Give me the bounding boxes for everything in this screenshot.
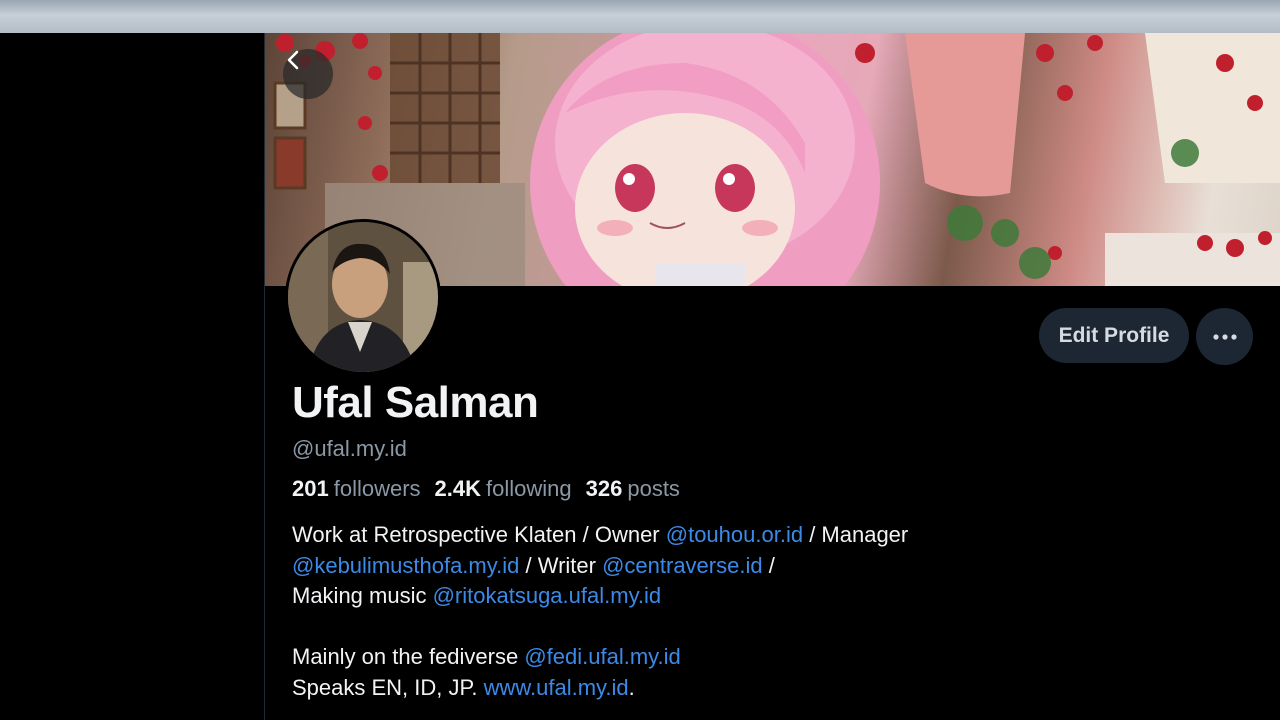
display-name: Ufal Salman: [292, 378, 539, 427]
bio-text: Making music: [292, 583, 433, 608]
bio-link-kebulimusthofa[interactable]: @kebulimusthofa.my.id: [292, 553, 519, 578]
bio-link-ritokatsuga[interactable]: @ritokatsuga.ufal.my.id: [433, 583, 662, 608]
bio-text: / Manager: [803, 522, 909, 547]
bio-text: .: [628, 674, 635, 700]
back-button[interactable]: [283, 49, 333, 99]
bio-link-website[interactable]: www.ufal.my.id: [484, 675, 629, 700]
bio-line: Speaks EN, ID, JP. www.ufal.my.id.: [292, 673, 1092, 704]
bio-text: Mainly on the fediverse: [292, 644, 525, 669]
bio-line: Mainly on the fediverse @fedi.ufal.my.id: [292, 642, 1092, 673]
bio-line: Making music @ritokatsuga.ufal.my.id: [292, 581, 1092, 612]
followers-label: followers: [333, 476, 421, 501]
left-gutter: [0, 33, 264, 720]
bio-line: Work at Retrospective Klaten / Owner @to…: [292, 520, 1092, 551]
posts-stat: 326 posts: [586, 476, 680, 502]
profile-bio: Work at Retrospective Klaten / Owner @to…: [292, 520, 1092, 703]
more-options-button[interactable]: [1196, 308, 1253, 365]
avatar[interactable]: [285, 219, 441, 375]
bio-link-centraverse[interactable]: @centraverse.id: [602, 553, 763, 578]
bio-link-touhou[interactable]: @touhou.or.id: [666, 522, 803, 547]
bio-line: @kebulimusthofa.my.id / Writer @centrave…: [292, 551, 1092, 582]
avatar-photo: [288, 222, 438, 372]
window-top-strip: [0, 0, 1280, 33]
following-count: 2.4K: [434, 476, 482, 501]
bio-text: / Writer: [519, 552, 603, 578]
following-stat[interactable]: 2.4K following: [435, 476, 572, 502]
bio-spacer: [292, 612, 1092, 643]
posts-label: posts: [627, 476, 680, 501]
bio-text: Speaks EN, ID, JP.: [292, 674, 484, 700]
profile-stats: 201 followers 2.4K following 326 posts: [292, 476, 680, 502]
followers-count: 201: [292, 476, 329, 501]
edit-profile-button[interactable]: Edit Profile: [1039, 308, 1189, 363]
profile-handle: @ufal.my.id: [292, 436, 407, 461]
profile-column: Edit Profile Ufal Salman @ufal.my.id 201…: [264, 33, 1280, 720]
posts-count: 326: [585, 476, 623, 501]
bio-text: Work at Retrospective Klaten / Owner: [292, 522, 666, 547]
ellipsis-icon: [1212, 333, 1237, 340]
bio-text: /: [762, 552, 775, 578]
bio-link-fedi[interactable]: @fedi.ufal.my.id: [524, 644, 680, 669]
chevron-left-icon: [287, 50, 299, 70]
followers-stat[interactable]: 201 followers: [292, 476, 421, 502]
following-label: following: [486, 476, 572, 501]
